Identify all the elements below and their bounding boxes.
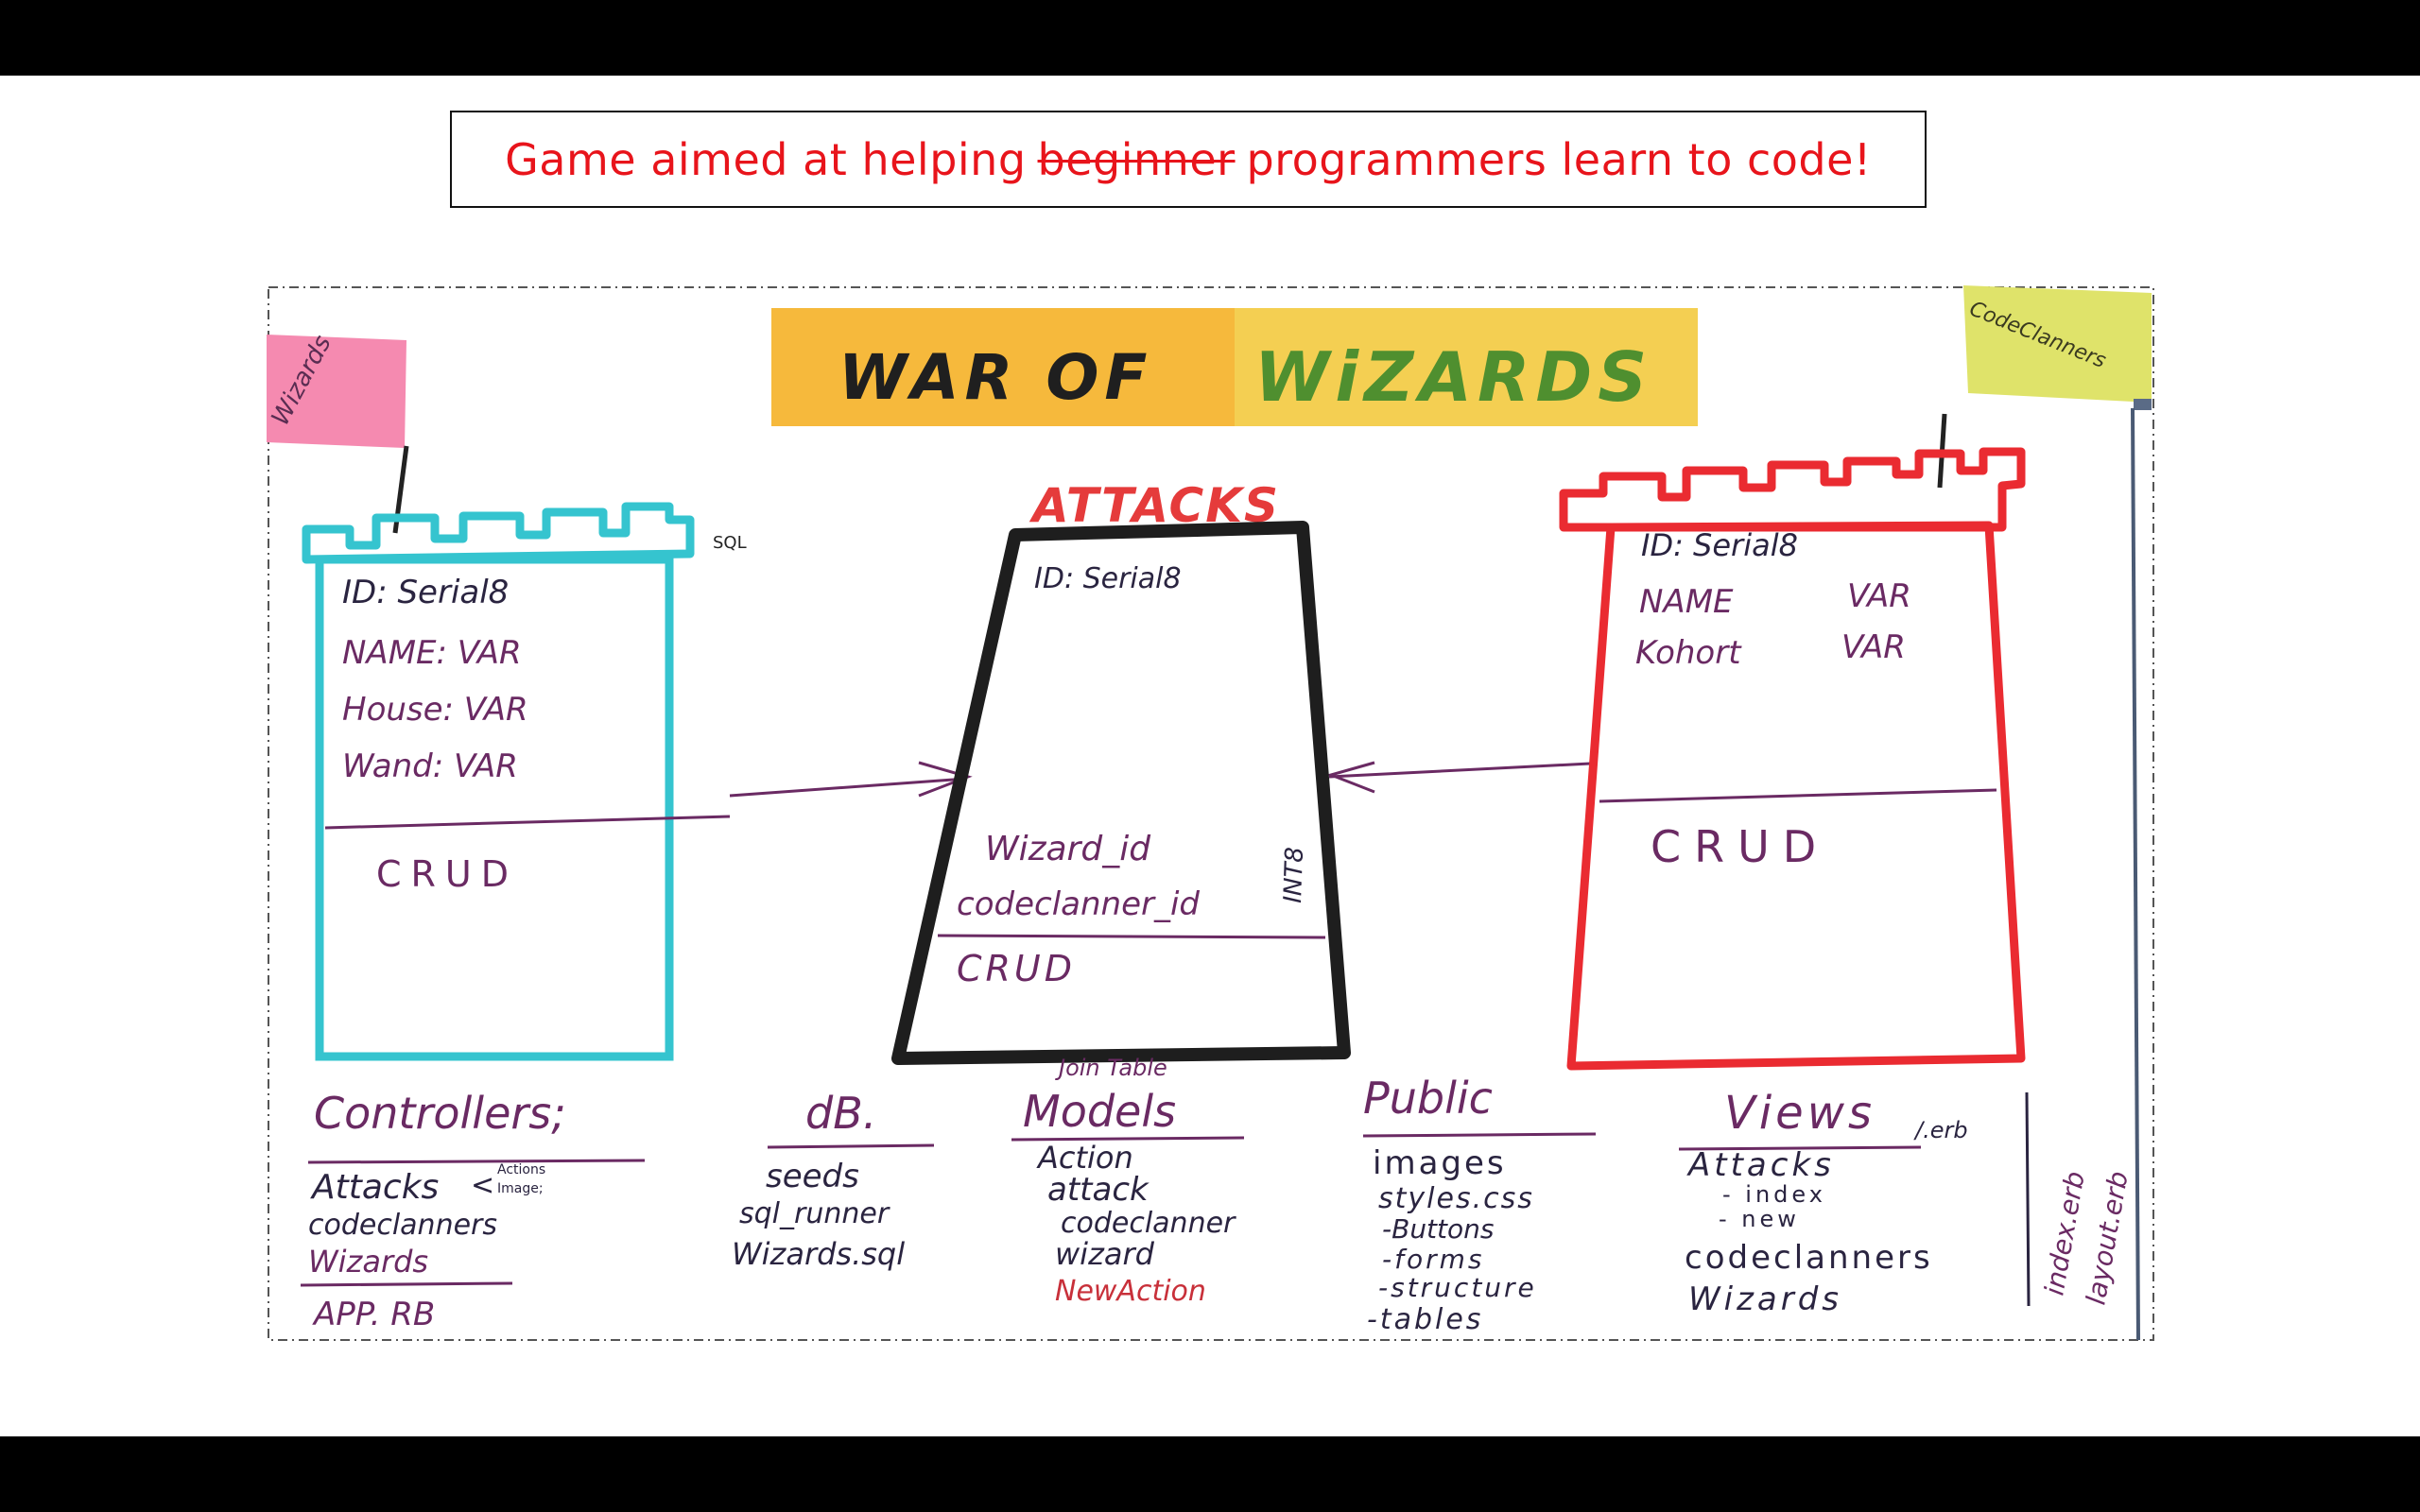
models-item-wizard: wizard	[1055, 1236, 1155, 1272]
wizards-field-name: NAME: VAR	[342, 634, 522, 672]
attacks-crud: CRUD	[957, 948, 1076, 989]
db-heading: dB.	[805, 1088, 876, 1139]
wizards-field-wand: Wand: VAR	[342, 747, 518, 785]
controllers-underline	[307, 1159, 646, 1164]
public-item-structure: -structure	[1378, 1272, 1537, 1303]
attacks-fk-wizard: Wizard_id	[985, 830, 1151, 868]
headline-banner: Game aimed at helping beginner programme…	[450, 111, 1927, 208]
public-heading: Public	[1363, 1073, 1493, 1124]
codeclanners-field-kohort-type: VAR	[1841, 628, 1906, 666]
attacks-divider	[937, 934, 1326, 939]
wizards-field-id: ID: Serial8	[342, 574, 509, 611]
models-item-newaction: NewAction	[1055, 1275, 1206, 1308]
codeclanners-flag-shadow	[2134, 399, 2152, 410]
models-item-attack: attack	[1047, 1171, 1150, 1209]
views-item-wizards: Wizards	[1688, 1280, 1842, 1318]
title-wizards: WiZARDS	[1254, 337, 1652, 417]
views-side-divider	[2025, 1091, 2031, 1307]
top-letterbox-bar	[0, 0, 2420, 76]
controllers-item-attacks: Attacks	[310, 1168, 439, 1207]
db-item-wizards-sql: Wizards.sql	[732, 1236, 905, 1272]
attacks-field-id: ID: Serial8	[1034, 562, 1182, 595]
wizards-sql-note: SQL	[713, 533, 747, 553]
board-background	[267, 285, 2155, 1342]
whiteboard-diagram: WAR OF WiZARDS Wizards CodeClanners SQL …	[267, 285, 2155, 1342]
controllers-heading: Controllers;	[314, 1088, 566, 1139]
public-item-images: images	[1373, 1144, 1507, 1182]
codeclanners-field-name-type: VAR	[1847, 577, 1911, 615]
views-extension: /.erb	[1913, 1117, 1968, 1143]
controllers-footer: APP. RB	[312, 1296, 435, 1333]
headline-text-before: Game aimed at helping	[505, 133, 1027, 185]
db-underline	[767, 1143, 935, 1149]
db-item-sql-runner: sql_runner	[739, 1197, 890, 1230]
headline-text-after: programmers learn to code!	[1246, 133, 1872, 185]
controllers-note-actions: Actions	[497, 1162, 545, 1177]
public-item-forms: -forms	[1382, 1244, 1484, 1275]
codeclanners-field-id: ID: Serial8	[1641, 527, 1798, 563]
controllers-item-wizards: Wizards	[308, 1244, 428, 1280]
codeclanners-field-kohort: Kohort	[1635, 634, 1742, 672]
views-item-attacks: Attacks	[1686, 1146, 1835, 1184]
controllers-item-codeclanners: codeclanners	[308, 1209, 497, 1242]
views-item-codeclanners: codeclanners	[1685, 1239, 1933, 1277]
attacks-fk-codeclanner: codeclanner_id	[957, 885, 1200, 923]
controllers-note-image: Image;	[497, 1181, 544, 1196]
controllers-footer-line	[300, 1281, 513, 1287]
title-war-of: WAR OF	[838, 341, 1153, 414]
codeclanners-field-name: NAME	[1639, 583, 1734, 621]
codeclanners-crud: CRUD	[1651, 821, 1829, 872]
public-underline	[1362, 1132, 1597, 1138]
wizards-crud: CRUD	[376, 853, 518, 895]
views-item-index: - index	[1722, 1181, 1826, 1208]
headline-struck-word: beginner	[1037, 133, 1236, 185]
wizards-field-house: House: VAR	[342, 691, 528, 729]
models-join-note: Join Table	[1055, 1055, 1167, 1081]
public-item-buttons: -Buttons	[1382, 1213, 1494, 1245]
controllers-bracket: <	[471, 1169, 494, 1202]
models-heading: Models	[1023, 1086, 1176, 1137]
db-item-seeds: seeds	[766, 1158, 859, 1195]
bottom-letterbox-bar	[0, 1436, 2420, 1512]
models-item-codeclanner: codeclanner	[1061, 1207, 1236, 1240]
public-item-styles: styles.css	[1378, 1182, 1534, 1215]
views-heading: Views	[1724, 1087, 1876, 1140]
attacks-fk-type: INT8	[1279, 847, 1309, 904]
views-item-new: - new	[1719, 1206, 1800, 1232]
public-item-tables: -tables	[1367, 1303, 1483, 1336]
